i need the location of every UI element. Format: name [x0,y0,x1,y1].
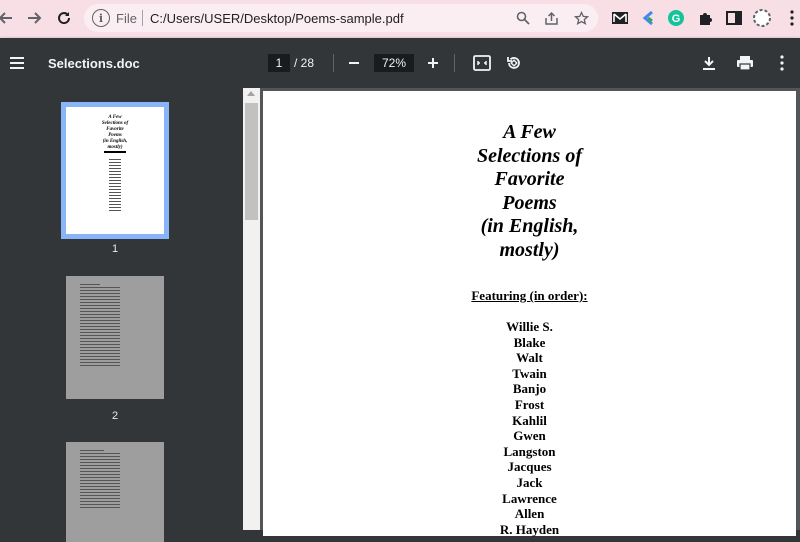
thumbnail-label: 2 [111,410,119,422]
featuring-heading: Featuring (in order): [471,288,588,303]
zoom-in-icon[interactable] [421,51,445,75]
poet-name: Jack [516,474,543,490]
poet-name: Willie S. [506,319,553,334]
poet-name: Frost [514,396,545,412]
fit-to-page-icon[interactable] [470,51,494,75]
forward-icon[interactable] [22,6,46,30]
more-actions-icon[interactable] [770,51,794,75]
poet-name: Allen [514,506,545,522]
grammar-extension-icon[interactable] [638,8,658,28]
print-icon[interactable] [733,51,757,75]
poet-name: Twain [512,365,547,381]
bookmark-star-icon[interactable] [572,9,590,27]
poet-name: Blake [513,334,546,350]
hamburger-menu-icon[interactable] [8,53,26,73]
poet-name: Jacques [507,459,552,475]
poet-name: Gwen [513,428,546,444]
thumbnail-rule [104,151,126,153]
toolbar-divider [454,54,455,72]
poet-list: Willie S. Blake Walt Twain Banjo Frost K… [263,319,796,537]
more-menu-icon[interactable] [782,8,800,28]
zoom-search-icon[interactable] [514,9,532,27]
thumbnail-text-lines [80,282,120,368]
reload-icon[interactable] [52,6,76,30]
zoom-out-icon[interactable] [342,51,366,75]
side-panel-icon[interactable] [724,8,744,28]
thumbnail-title: A Few Selections of Favorite Poems (in E… [101,115,129,150]
thumbnail-sidebar: A Few Selections of Favorite Poems (in E… [0,88,243,542]
scrollbar-thumb[interactable] [245,103,258,220]
pdf-page: A Few Selections of Favorite Poems (in E… [263,91,796,537]
page-thumbnail-3[interactable] [66,442,164,542]
page-number-input[interactable]: 1 [268,54,290,72]
site-info-icon[interactable]: i [92,9,110,27]
poet-name: Langston [503,443,556,459]
back-icon[interactable] [0,6,18,30]
gmail-extension-icon[interactable] [610,8,630,28]
address-bar[interactable]: i File C:/Users/USER/Desktop/Poems-sampl… [84,4,598,32]
grammarly-icon[interactable]: G [666,8,686,28]
page-thumbnail-1[interactable]: A Few Selections of Favorite Poems (in E… [61,102,169,239]
share-icon[interactable] [542,9,560,27]
page-total: / 28 [294,56,315,70]
poet-name: Banjo [512,381,547,397]
poet-name: Walt [516,350,543,366]
svg-text:G: G [672,13,681,25]
url-text[interactable]: C:/Users/USER/Desktop/Poems-sample.pdf [150,11,404,26]
browser-toolbar: i File C:/Users/USER/Desktop/Poems-sampl… [0,0,800,38]
toolbar-divider [333,54,334,72]
omnibox-divider [142,10,143,26]
url-scheme: File [116,11,137,26]
pdf-toolbar: Selections.doc 1 / 28 72% [0,38,800,88]
extensions-puzzle-icon[interactable] [696,8,716,28]
thumbnail-text-lines [80,448,120,510]
thumbnail-label: 1 [111,243,119,255]
page-thumbnail-2[interactable] [66,276,164,399]
scroll-up-arrow-icon[interactable] [247,91,255,96]
rotate-icon[interactable] [502,51,526,75]
poet-name: Lawrence [502,490,557,506]
document-title: Selections.doc [48,56,140,71]
poem-collection-title: A Few Selections of Favorite Poems (in E… [477,121,582,261]
zoom-level-input[interactable]: 72% [374,54,414,72]
thumbnail-names [109,157,121,213]
poet-name: Kahlil [512,412,547,428]
profile-avatar-icon[interactable] [752,8,772,28]
download-icon[interactable] [697,51,721,75]
